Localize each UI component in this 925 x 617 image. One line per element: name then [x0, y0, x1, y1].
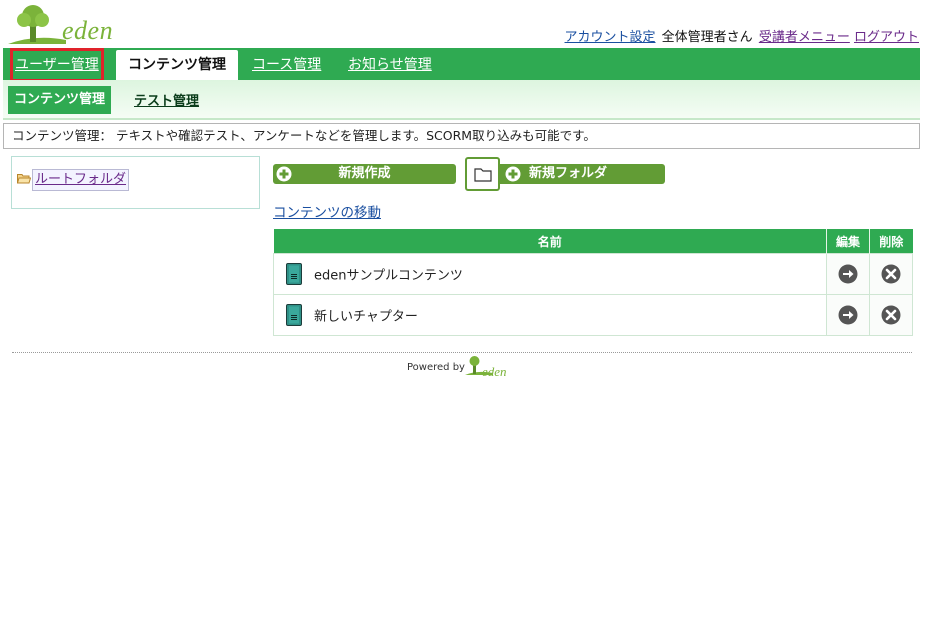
highlight-box	[10, 48, 104, 82]
delete-x-circle-icon[interactable]	[881, 264, 901, 284]
row-delete-cell	[869, 294, 913, 336]
row-name-cell: 新しいチャプター	[273, 294, 827, 336]
row-edit-cell	[826, 294, 870, 336]
page-description: コンテンツ管理： テキストや確認テスト、アンケートなどを管理します。SCORM取…	[3, 123, 920, 149]
content-table: 名前 編集 削除 edenサンプルコンテンツ 新しいチャプター	[273, 229, 913, 336]
main-nav: ユーザー管理 コンテンツ管理 コース管理 お知らせ管理	[3, 48, 920, 80]
subtab-test-management-label[interactable]: テスト管理	[134, 94, 199, 109]
footer-logo-text: eden	[482, 364, 507, 379]
powered-by-text: Powered by	[407, 362, 465, 373]
move-content-link[interactable]: コンテンツの移動	[273, 201, 381, 221]
row-delete-cell	[869, 253, 913, 295]
top-links: アカウント設定 全体管理者さん 受講者メニュー ログアウト	[565, 26, 919, 45]
header-delete: 削除	[869, 229, 913, 254]
root-folder-link[interactable]: ルートフォルダ	[35, 172, 126, 187]
arrow-right-circle-icon[interactable]	[838, 264, 858, 284]
arrow-right-circle-icon[interactable]	[838, 305, 858, 325]
header-name: 名前	[273, 229, 827, 254]
student-menu-link[interactable]: 受講者メニュー	[759, 30, 850, 45]
delete-x-circle-icon[interactable]	[881, 305, 901, 325]
tab-course-management[interactable]: コース管理	[252, 48, 321, 80]
table-header-row: 名前 編集 削除	[273, 229, 913, 254]
root-folder-item[interactable]: ルートフォルダ	[32, 169, 130, 191]
tab-notice-management[interactable]: お知らせ管理	[348, 48, 432, 80]
header-edit: 編集	[826, 229, 870, 254]
footer-divider	[12, 352, 912, 353]
logo-text: eden	[62, 16, 114, 45]
subtab-test-management[interactable]: テスト管理	[134, 90, 199, 109]
user-name: 全体管理者さん	[661, 30, 753, 45]
tab-content-management[interactable]: コンテンツ管理	[116, 50, 238, 80]
row-name-cell: edenサンプルコンテンツ	[273, 253, 827, 295]
account-settings-link[interactable]: アカウント設定	[565, 30, 656, 45]
open-folder-icon	[17, 174, 31, 184]
row-edit-cell	[826, 253, 870, 295]
new-folder-label: 新規フォルダ	[529, 166, 608, 181]
row-name[interactable]: edenサンプルコンテンツ	[314, 269, 463, 284]
tab-course-management-label[interactable]: コース管理	[252, 57, 321, 73]
folder-icon	[474, 168, 492, 182]
logout-link[interactable]: ログアウト	[854, 30, 919, 45]
table-row: edenサンプルコンテンツ	[273, 253, 913, 295]
new-content-label: 新規作成	[338, 166, 391, 181]
document-icon	[286, 263, 302, 285]
folder-tree: ルートフォルダ	[11, 156, 260, 209]
table-row: 新しいチャプター	[273, 294, 913, 336]
new-folder-button[interactable]: 新規フォルダ	[500, 164, 665, 184]
new-content-button[interactable]: 新規作成	[273, 164, 456, 184]
subtab-content-management[interactable]: コンテンツ管理	[8, 86, 112, 114]
plus-circle-icon	[505, 166, 521, 182]
row-name[interactable]: 新しいチャプター	[314, 310, 418, 325]
sub-nav: コンテンツ管理 テスト管理	[3, 80, 920, 120]
document-icon	[286, 304, 302, 326]
folder-button-icon-box[interactable]	[465, 157, 500, 191]
tab-notice-management-label[interactable]: お知らせ管理	[348, 57, 432, 73]
